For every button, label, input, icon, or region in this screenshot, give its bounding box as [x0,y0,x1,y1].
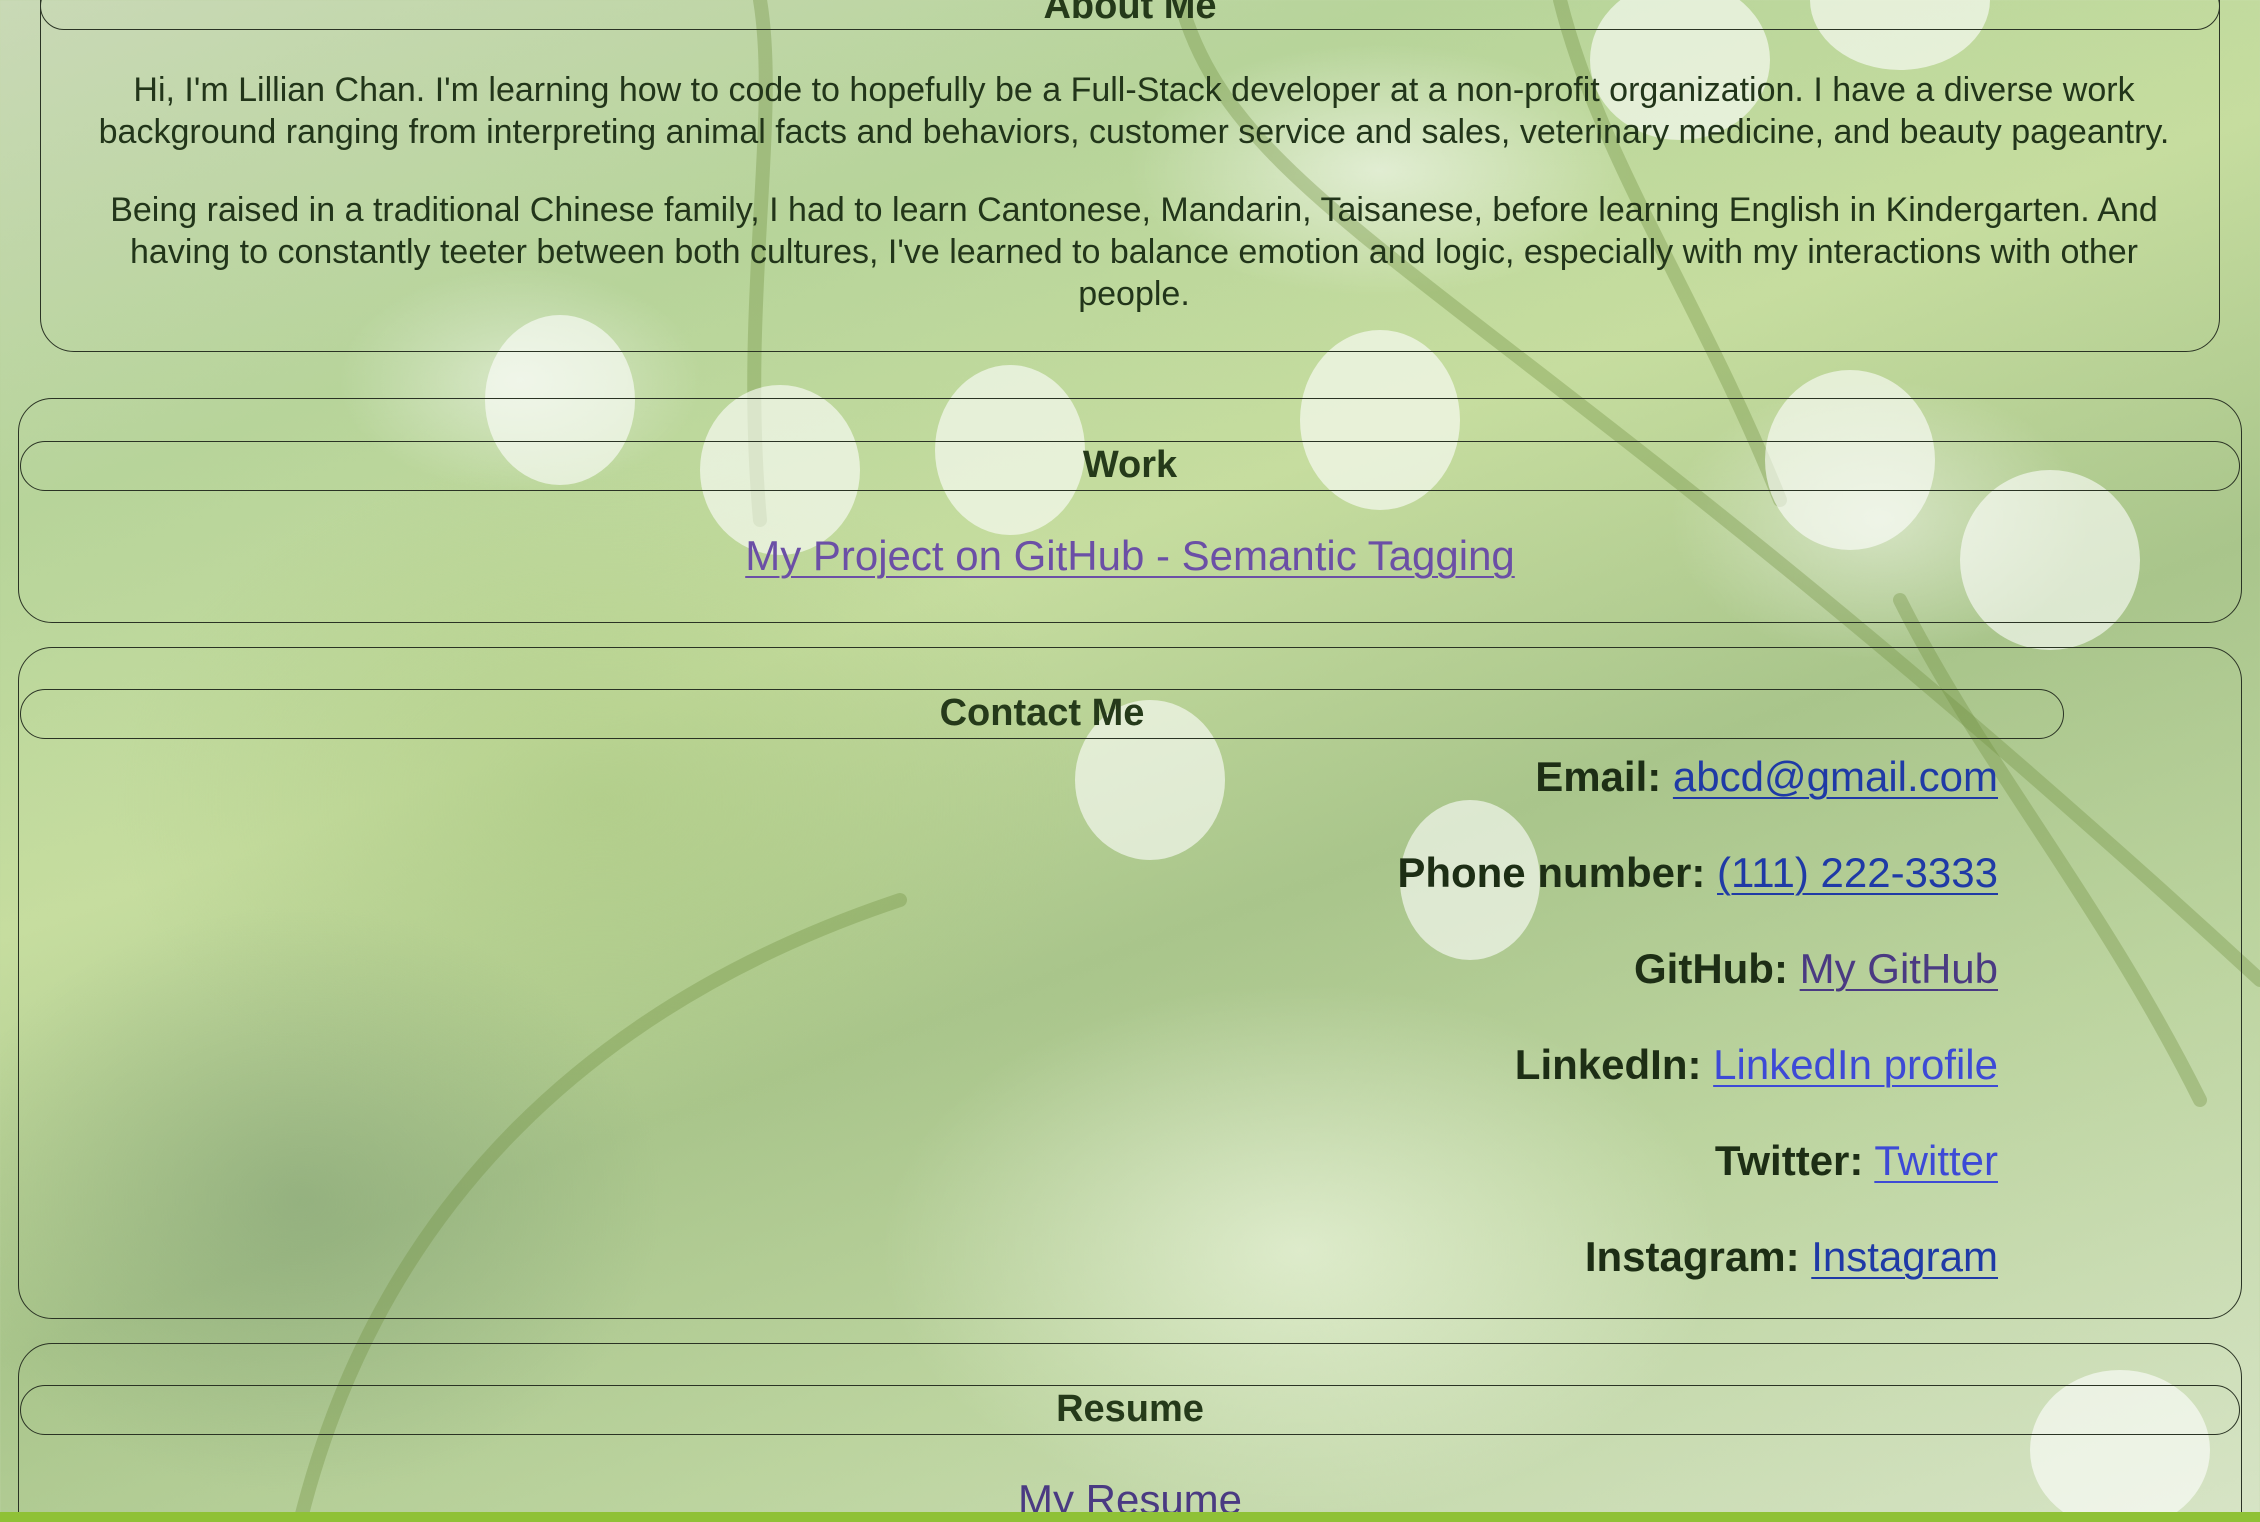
contact-row-email: Email: abcd@gmail.com [1535,752,1998,802]
linkedin-link[interactable]: LinkedIn profile [1713,1041,1998,1088]
about-paragraph-1-line-1: Hi, I'm Lillian Chan. I'm learning how t… [133,71,2135,109]
phone-label: Phone number: [1397,849,1706,896]
about-paragraph-1-line-2: background ranging from interpreting ani… [98,113,2170,151]
github-link[interactable]: My GitHub [1800,945,1998,992]
linkedin-label: LinkedIn: [1514,1041,1702,1088]
about-paragraph-1: Hi, I'm Lillian Chan. I'm learning how t… [44,69,2224,153]
github-label: GitHub: [1634,945,1788,992]
about-title: About Me [40,0,2220,30]
work-card [18,398,2242,623]
twitter-label: Twitter: [1714,1137,1864,1184]
contact-row-twitter: Twitter: Twitter [1715,1136,1998,1186]
about-paragraph-2-line-3: people. [1078,275,1190,313]
contact-row-instagram: Instagram: Instagram [1585,1232,1998,1282]
work-title: Work [20,441,2240,491]
about-paragraph-2-line-2: having to constantly teeter between both… [130,233,2138,271]
phone-link[interactable]: (111) 222-3333 [1717,849,1998,896]
work-project-link[interactable]: My Project on GitHub - Semantic Tagging [745,532,1515,579]
contact-row-github: GitHub: My GitHub [1634,944,1998,994]
about-paragraph-2-line-1: Being raised in a traditional Chinese fa… [110,191,2158,229]
instagram-label: Instagram: [1584,1233,1800,1280]
contact-title: Contact Me [20,689,2064,739]
resume-title: Resume [20,1385,2240,1435]
about-paragraph-2: Being raised in a traditional Chinese fa… [44,189,2224,315]
instagram-link[interactable]: Instagram [1811,1233,1998,1280]
twitter-link[interactable]: Twitter [1874,1137,1998,1184]
contact-row-phone: Phone number: (111) 222-3333 [1397,848,1998,898]
contact-row-linkedin: LinkedIn: LinkedIn profile [1515,1040,1998,1090]
email-link[interactable]: abcd@gmail.com [1673,753,1998,800]
bottom-accent-bar [0,1512,2260,1522]
email-label: Email: [1535,753,1662,800]
